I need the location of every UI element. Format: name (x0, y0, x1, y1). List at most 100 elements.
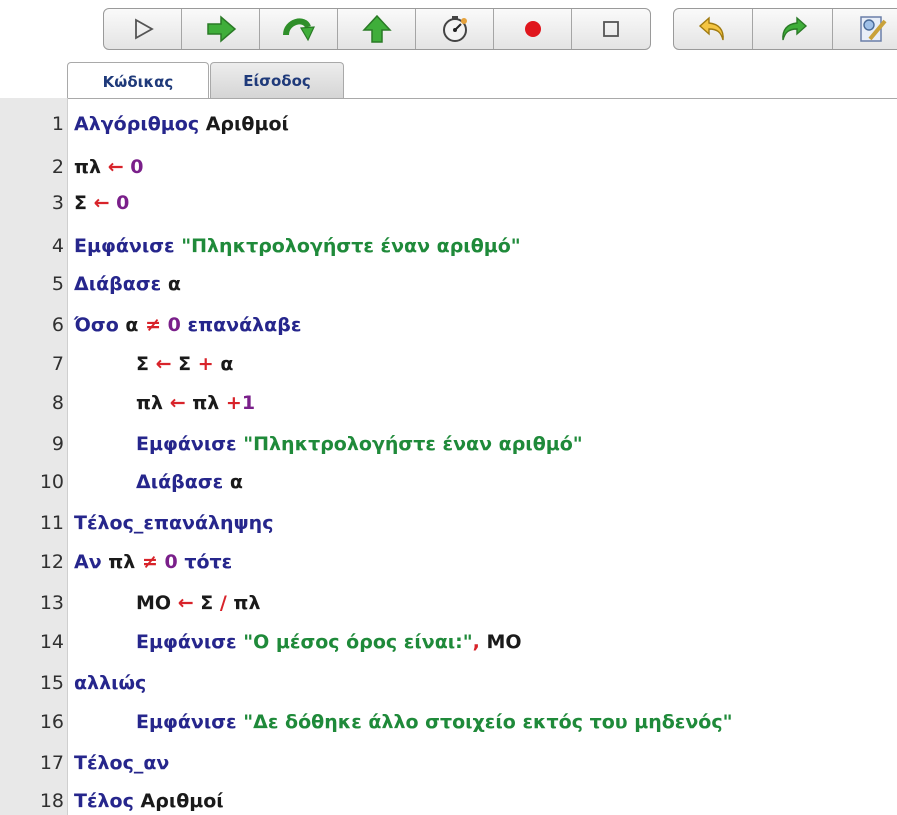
identifier: α (167, 273, 181, 295)
code-text: πλ ← πλ +1 (136, 392, 255, 414)
code-text: Αν πλ ≠ 0 τότε (74, 551, 232, 573)
code-line: 4 Εμφάνισε "Πληκτρολογήστε έναν αριθμό" (0, 226, 897, 266)
keyword: Εμφάνισε (74, 235, 175, 257)
line-number: 18 (39, 790, 64, 812)
keyword: Διάβασε (136, 471, 224, 493)
line-number: 3 (51, 192, 64, 214)
line-number: 8 (51, 392, 64, 414)
line-number: 11 (39, 512, 64, 534)
redo-icon (781, 16, 807, 41)
keyword: Διάβασε (74, 273, 162, 295)
assign-operator: ← (169, 392, 186, 414)
run-icon (134, 18, 154, 40)
code-text: Διάβασε α (136, 471, 243, 493)
code-text: Εμφάνισε "Δε δόθηκε άλλο στοιχείο εκτός … (136, 711, 733, 733)
line-number: 10 (39, 471, 64, 493)
code-line: 7 Σ ← Σ + α (0, 344, 897, 384)
code-line: 11 Τέλος_επανάληψης (0, 503, 897, 543)
run-controls (103, 8, 651, 50)
keyword: επανάλαβε (187, 314, 302, 336)
step-into-button[interactable] (182, 9, 260, 49)
code-text: Διάβασε α (74, 273, 181, 295)
not-equal-operator: ≠ (141, 551, 158, 573)
line-number: 12 (39, 551, 64, 573)
code-line: 3 Σ ← 0 (0, 183, 897, 223)
identifier: πλ (74, 156, 102, 178)
identifier: α (220, 353, 234, 375)
step-over-button[interactable] (260, 9, 338, 49)
line-number: 9 (51, 433, 64, 455)
code-line: 17 Τέλος_αν (0, 743, 897, 783)
speed-button[interactable] (416, 9, 494, 49)
identifier: Σ (200, 592, 214, 614)
step-out-button[interactable] (338, 9, 416, 49)
editor-tabs: Κώδικας Είσοδος (0, 60, 897, 100)
line-number: 1 (51, 113, 64, 135)
line-number: 13 (39, 592, 64, 614)
code-line: 1 Αλγόριθμος Αριθμοί (0, 104, 897, 144)
number: 0 (116, 192, 130, 214)
toolbar (0, 0, 897, 60)
line-number: 17 (39, 752, 64, 774)
code-text: ΜΟ ← Σ / πλ (136, 592, 260, 614)
identifier: α (125, 314, 139, 336)
code-text: Αλγόριθμος Αριθμοί (74, 113, 289, 135)
code-text: πλ ← 0 (74, 156, 143, 178)
line-number: 15 (39, 672, 64, 694)
tab-input[interactable]: Είσοδος (210, 62, 344, 98)
string-literal: "Πληκτρολογήστε έναν αριθμό" (181, 235, 521, 257)
string-literal: "Πληκτρολογήστε έναν αριθμό" (243, 433, 583, 455)
step-into-icon (206, 15, 236, 43)
breakpoint-button[interactable] (494, 9, 572, 49)
stop-icon (603, 21, 619, 37)
code-line: 2 πλ ← 0 (0, 147, 897, 187)
keyword: Εμφάνισε (136, 433, 237, 455)
identifier: Αριθμοί (140, 790, 224, 812)
line-number: 16 (39, 711, 64, 733)
identifier: ΜΟ (136, 592, 172, 614)
plus-operator: + (225, 392, 242, 414)
code-line: 9 Εμφάνισε "Πληκτρολογήστε έναν αριθμό" (0, 424, 897, 464)
line-number: 14 (39, 631, 64, 653)
run-button[interactable] (104, 9, 182, 49)
assign-operator: ← (177, 592, 194, 614)
code-line: 10 Διάβασε α (0, 462, 897, 502)
code-line: 5 Διάβασε α (0, 264, 897, 304)
code-line: 13 ΜΟ ← Σ / πλ (0, 583, 897, 623)
number: 1 (241, 392, 256, 414)
identifier: ΜΟ (486, 631, 522, 653)
code-text: Εμφάνισε "Ο μέσος όρος είναι:", ΜΟ (136, 631, 522, 653)
string-literal: "Ο μέσος όρος είναι:" (243, 631, 473, 653)
redo-button[interactable] (753, 9, 833, 49)
number: 0 (164, 551, 178, 573)
code-editor[interactable]: 1 Αλγόριθμος Αριθμοί 2 πλ ← 0 3 Σ ← 0 4 … (0, 98, 897, 815)
edit-icon (860, 16, 887, 42)
edit-button[interactable] (833, 9, 897, 49)
code-text: αλλιώς (74, 672, 146, 694)
undo-button[interactable] (674, 9, 754, 49)
keyword: Εμφάνισε (136, 711, 237, 733)
keyword: Εμφάνισε (136, 631, 237, 653)
code-line: 15 αλλιώς (0, 663, 897, 703)
identifier: πλ (108, 551, 136, 573)
identifier: Σ (74, 192, 87, 214)
identifier: Σ (178, 353, 192, 375)
keyword: Τέλος (74, 790, 134, 812)
code-text: Σ ← Σ + α (136, 353, 233, 375)
keyword: Αλγόριθμος (74, 113, 200, 135)
divide-operator: / (219, 592, 227, 614)
identifier: α (229, 471, 243, 493)
stop-button[interactable] (572, 9, 650, 49)
breakpoint-icon (524, 21, 541, 37)
code-text: Όσο α ≠ 0 επανάλαβε (74, 314, 301, 336)
code-text: Τέλος Αριθμοί (74, 790, 224, 812)
line-number: 2 (51, 156, 64, 178)
line-number: 6 (51, 314, 64, 336)
assign-operator: ← (107, 156, 124, 178)
keyword: Τέλος_επανάληψης (74, 512, 274, 534)
code-line: 8 πλ ← πλ +1 (0, 383, 897, 423)
keyword: αλλιώς (74, 672, 147, 694)
identifier: Σ (136, 353, 149, 375)
keyword: τότε (184, 551, 233, 573)
tab-code[interactable]: Κώδικας (67, 62, 209, 100)
